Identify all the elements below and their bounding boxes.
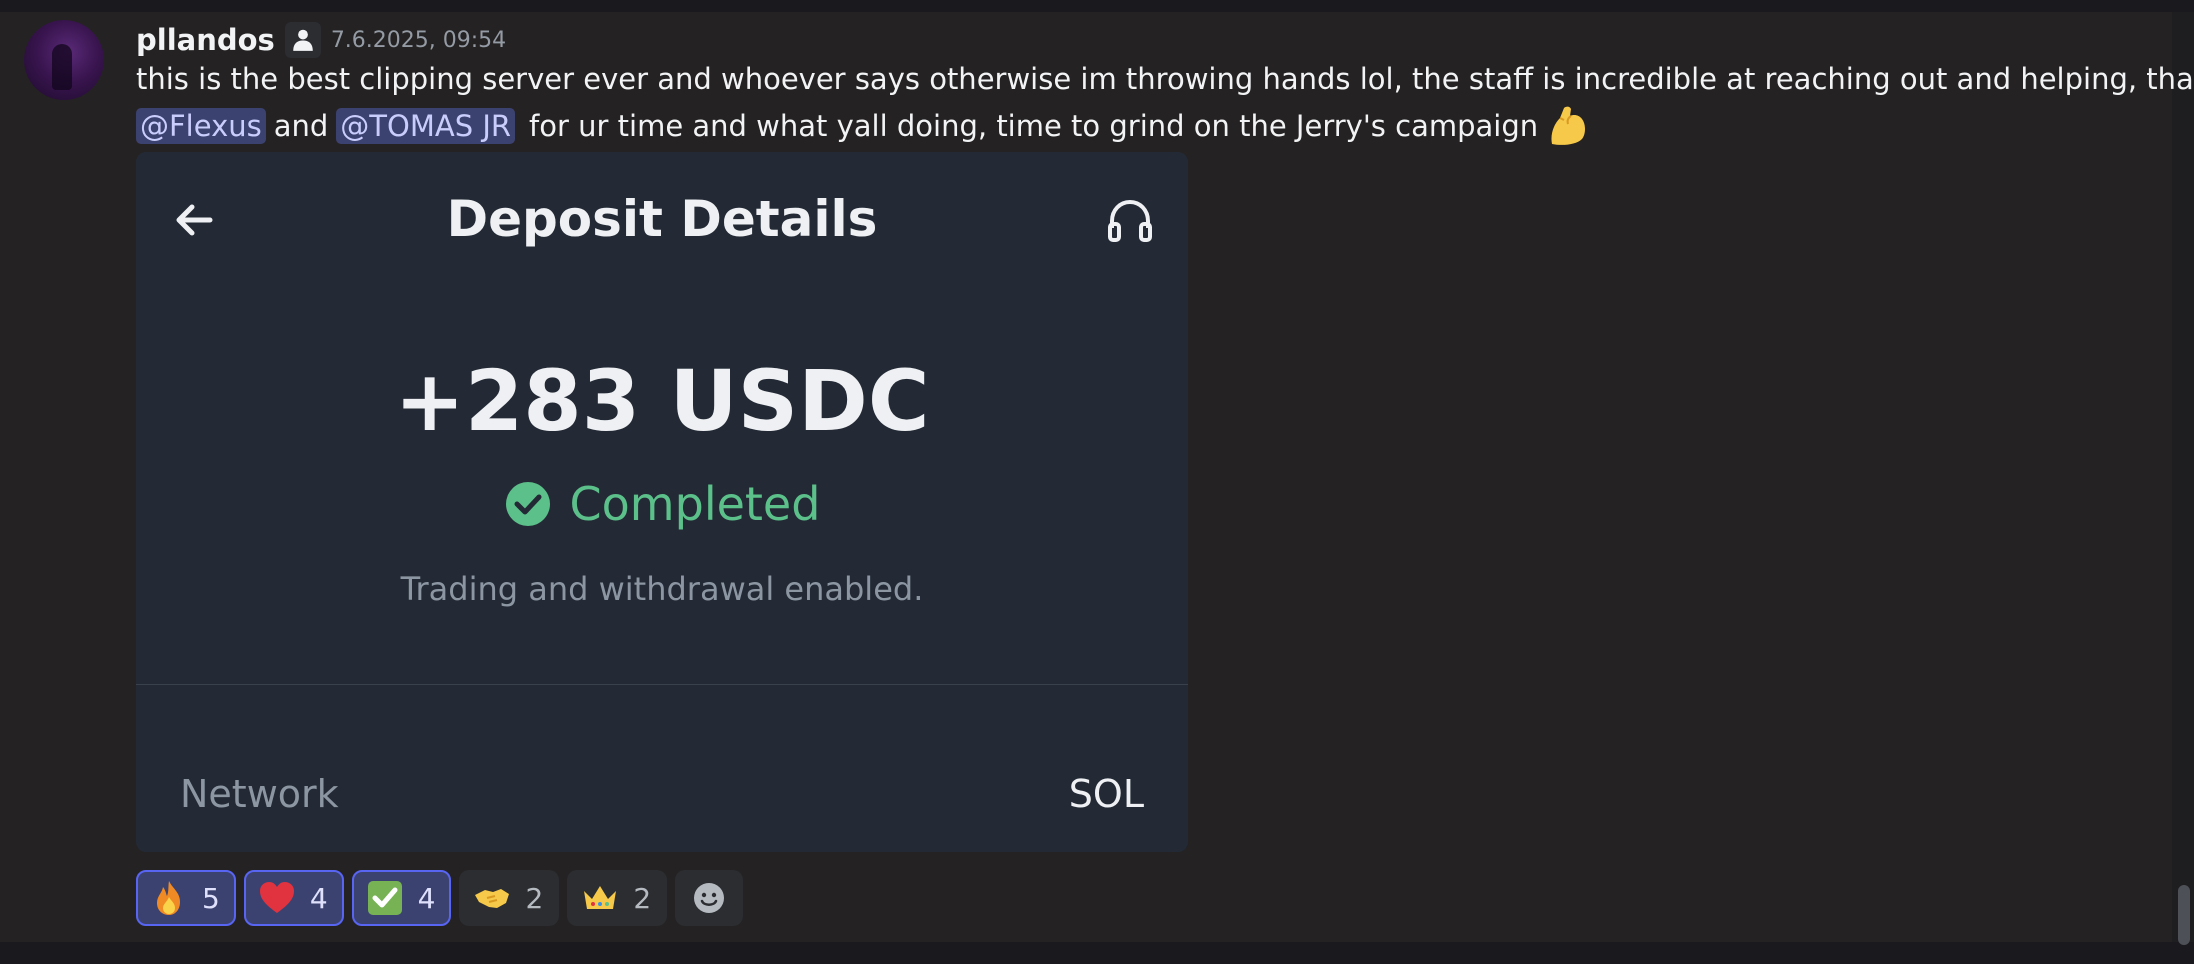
reaction-handshake[interactable]: 2 (459, 870, 560, 926)
bottom-strip (0, 942, 2194, 964)
network-label: Network (180, 772, 339, 816)
mention-tomas-jr[interactable]: @TOMAS JR (336, 108, 516, 144)
reaction-count: 2 (525, 881, 544, 915)
check-circle-icon (504, 480, 552, 528)
reaction-crown[interactable]: 2 (567, 870, 668, 926)
handshake-emoji-icon (473, 879, 511, 917)
username[interactable]: pllandos (136, 23, 275, 57)
headset-icon (1104, 194, 1156, 246)
status-subtitle: Trading and withdrawal enabled. (400, 570, 924, 608)
mention-flexus[interactable]: @Flexus (136, 108, 266, 144)
message-text-line1: this is the best clipping server ever an… (136, 62, 2194, 96)
crown-emoji-icon (581, 879, 619, 917)
message-text-rest: for ur time and what yall doing, time to… (529, 109, 1539, 143)
heart-emoji-icon (258, 879, 296, 917)
status-text: Completed (569, 477, 821, 531)
reaction-count: 4 (417, 881, 436, 915)
divider (136, 684, 1188, 685)
check-mark-emoji-icon (366, 879, 404, 917)
add-reaction-button[interactable] (675, 870, 744, 926)
flexed-biceps-emoji[interactable] (1546, 104, 1590, 148)
person-icon[interactable] (284, 22, 321, 58)
reaction-count: 5 (202, 881, 220, 915)
message-timestamp: 7.6.2025, 09:54 (330, 27, 507, 53)
deposit-title: Deposit Details (446, 190, 878, 248)
fire-emoji-icon (150, 879, 188, 917)
reactions-bar: 5 4 4 2 2 (136, 870, 744, 926)
reaction-count: 2 (633, 881, 652, 915)
scrollbar-thumb[interactable] (2178, 885, 2190, 945)
reaction-check[interactable]: 4 (351, 870, 452, 926)
network-value: SOL (1068, 772, 1144, 816)
reaction-fire[interactable]: 5 (136, 870, 236, 926)
deposit-status: Completed (136, 477, 1188, 531)
message-text-line2: @Flexus and @TOMAS JR for ur time and wh… (136, 104, 1590, 148)
deposit-amount: +283 USDC (394, 352, 930, 450)
reaction-count: 4 (309, 881, 328, 915)
scrollbar-track[interactable] (2172, 12, 2194, 942)
message-header: pllandos 7.6.2025, 09:54 (136, 20, 506, 60)
smiley-add-icon (692, 881, 726, 915)
reaction-heart[interactable]: 4 (243, 870, 344, 926)
avatar[interactable] (24, 20, 104, 100)
deposit-details-image[interactable]: Deposit Details +283 USDC Completed Trad… (136, 152, 1188, 852)
message-and-text: and (273, 109, 329, 143)
